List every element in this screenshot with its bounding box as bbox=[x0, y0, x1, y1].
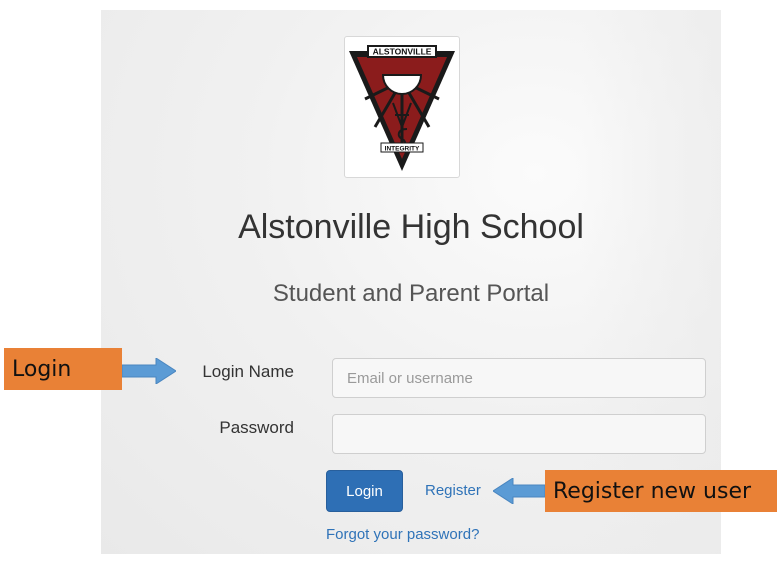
register-callout: Register new user bbox=[545, 470, 777, 512]
login-name-input[interactable] bbox=[332, 358, 706, 398]
password-input[interactable] bbox=[332, 414, 706, 454]
school-name-heading: Alstonville High School bbox=[238, 208, 584, 246]
login-callout: Login bbox=[4, 348, 122, 390]
login-name-label: Login Name bbox=[202, 362, 294, 381]
logo-banner-text: ALSTONVILLE bbox=[373, 47, 432, 57]
logo-crest-icon: ALSTONVILLE INTEGRITY bbox=[349, 45, 455, 171]
login-button[interactable]: Login bbox=[326, 470, 403, 512]
portal-subtitle: Student and Parent Portal bbox=[272, 280, 550, 307]
logo-motto-text: INTEGRITY bbox=[385, 146, 420, 153]
left-arrow-icon bbox=[493, 478, 545, 504]
password-label: Password bbox=[219, 418, 294, 437]
forgot-password-link[interactable]: Forgot your password? bbox=[326, 526, 479, 543]
right-arrow-icon bbox=[122, 358, 176, 384]
school-logo: ALSTONVILLE INTEGRITY bbox=[344, 36, 460, 178]
register-link[interactable]: Register bbox=[425, 482, 481, 499]
